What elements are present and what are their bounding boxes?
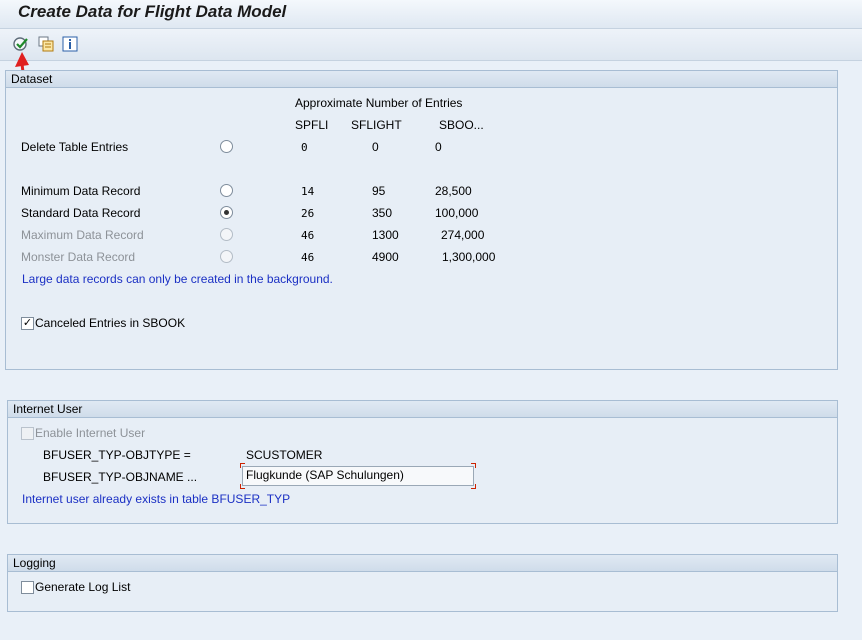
program-info-button[interactable] <box>61 35 79 53</box>
maximum-sbook-count: 274,000 <box>441 228 485 242</box>
dataset-section-header: Dataset <box>6 71 837 88</box>
standard-data-record-label: Standard Data Record <box>21 206 141 220</box>
page-title: Create Data for Flight Data Model <box>18 2 287 21</box>
standard-data-record-radio[interactable] <box>220 206 233 219</box>
objname-label: BFUSER_TYP-OBJNAME ... <box>43 470 198 484</box>
logging-section: Logging <box>7 554 838 612</box>
enable-internet-user-checkbox <box>21 427 34 440</box>
required-marker-top-right <box>471 463 476 468</box>
enable-internet-user-label: Enable Internet User <box>35 426 146 440</box>
canceled-entries-checkbox[interactable]: ✓ <box>21 317 34 330</box>
column-header-sflight: SFLIGHT <box>351 118 402 132</box>
internet-user-title: Internet User <box>13 402 83 416</box>
objtype-value: SCUSTOMER <box>246 448 323 462</box>
background-note: Large data records can only be created i… <box>22 272 333 286</box>
delete-table-entries-radio[interactable] <box>220 140 233 153</box>
minimum-sbook-count: 28,500 <box>435 184 472 198</box>
internet-user-exists-note: Internet user already exists in table BF… <box>22 492 291 506</box>
delete-sbook-count: 0 <box>435 140 442 154</box>
required-marker-top-left <box>240 463 245 468</box>
column-header-sbook: SBOO... <box>439 118 484 132</box>
dataset-title: Dataset <box>11 72 53 86</box>
maximum-spfli-count: 46 <box>301 229 315 242</box>
monster-sflight-count: 4900 <box>372 250 399 264</box>
program-info-icon <box>62 36 78 52</box>
objname-input[interactable]: Flugkunde (SAP Schulungen) <box>242 466 474 486</box>
maximum-sflight-count: 1300 <box>372 228 399 242</box>
monster-spfli-count: 46 <box>301 251 315 264</box>
monster-data-record-label: Monster Data Record <box>21 250 136 264</box>
required-marker-bottom-left <box>240 484 245 489</box>
minimum-spfli-count: 14 <box>301 185 315 198</box>
minimum-data-record-label: Minimum Data Record <box>21 184 141 198</box>
generate-log-list-checkbox[interactable] <box>21 581 34 594</box>
monster-data-record-radio <box>220 250 233 263</box>
delete-table-entries-label: Delete Table Entries <box>21 140 129 154</box>
minimum-data-record-radio[interactable] <box>220 184 233 197</box>
delete-spfli-count: 0 <box>301 141 308 154</box>
column-header-spfli: SPFLI <box>295 118 329 132</box>
standard-sflight-count: 350 <box>372 206 393 220</box>
maximum-data-record-radio <box>220 228 233 241</box>
maximum-data-record-label: Maximum Data Record <box>21 228 144 242</box>
internet-user-section-header: Internet User <box>8 401 837 418</box>
objtype-label: BFUSER_TYP-OBJTYPE = <box>43 448 191 462</box>
generate-log-list-label: Generate Log List <box>35 580 131 594</box>
monster-sbook-count: 1,300,000 <box>442 250 496 264</box>
canceled-entries-label: Canceled Entries in SBOOK <box>35 316 186 330</box>
delete-sflight-count: 0 <box>372 140 379 154</box>
approx-entries-label: Approximate Number of Entries <box>295 96 463 110</box>
logging-section-header: Logging <box>8 555 837 572</box>
application-toolbar <box>0 29 862 61</box>
logging-title: Logging <box>13 556 56 570</box>
get-variant-button[interactable] <box>37 35 55 53</box>
standard-sbook-count: 100,000 <box>435 206 479 220</box>
standard-spfli-count: 26 <box>301 207 315 220</box>
required-marker-bottom-right <box>471 484 476 489</box>
get-variant-icon <box>38 36 54 52</box>
minimum-sflight-count: 95 <box>372 184 386 198</box>
